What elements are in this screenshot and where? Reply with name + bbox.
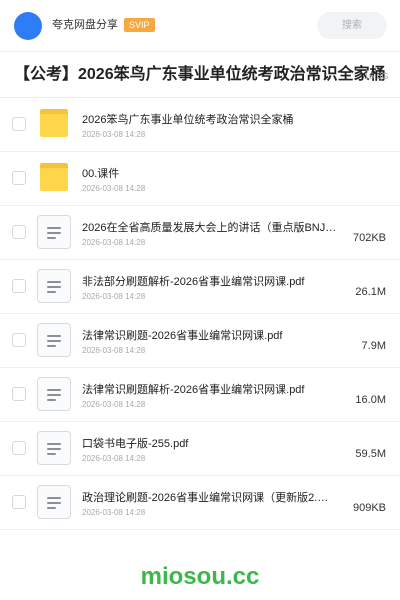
- svip-badge: SVIP: [124, 18, 155, 32]
- list-item[interactable]: 2026笨鸟广东事业单位统考政治常识全家桶 2026-03-08 14:28: [0, 98, 400, 152]
- watermark-text: miosou.cc: [140, 563, 260, 590]
- file-date: 2026-03-08 14:28: [82, 184, 146, 193]
- file-name[interactable]: 非法部分刷题解析-2026省事业编常识网课.pdf: [82, 275, 340, 289]
- file-name[interactable]: 2026在全省高质量发展大会上的讲话（重点版BNJ…: [82, 221, 340, 235]
- file-date: 2026-03-08 14:28: [82, 130, 146, 139]
- document-icon: [37, 215, 71, 249]
- select-checkbox[interactable]: [12, 279, 26, 293]
- select-checkbox[interactable]: [12, 495, 26, 509]
- select-checkbox[interactable]: [12, 171, 26, 185]
- file-list: 2026笨鸟广东事业单位统考政治常识全家桶 2026-03-08 14:28 0…: [0, 98, 400, 530]
- search-input[interactable]: 搜索: [317, 12, 387, 39]
- avatar[interactable]: [14, 12, 42, 40]
- page-title: 【公考】2026笨鸟广东事业单位统考政治常识全家桶: [14, 66, 386, 83]
- document-icon: [37, 377, 71, 411]
- select-checkbox[interactable]: [12, 441, 26, 455]
- document-icon: [37, 485, 71, 519]
- file-date: 2026-03-08 14:28: [82, 292, 146, 301]
- select-checkbox[interactable]: [12, 387, 26, 401]
- document-icon: [37, 323, 71, 357]
- total-size: 16.6G: [364, 71, 389, 81]
- file-date: 2026-03-08 14:28: [82, 508, 146, 517]
- list-item[interactable]: 政治理论刷题-2026省事业编常识网课（更新版2.… 2026-03-08 14…: [0, 476, 400, 530]
- select-checkbox[interactable]: [12, 225, 26, 239]
- file-size: 26.1M: [355, 286, 386, 298]
- file-name[interactable]: 法律常识刷题-2026省事业编常识网课.pdf: [82, 329, 340, 343]
- folder-title-row: 【公考】2026笨鸟广东事业单位统考政治常识全家桶 16.6G: [0, 52, 400, 98]
- list-item[interactable]: 00.课件 2026-03-08 14:28: [0, 152, 400, 206]
- list-item[interactable]: 口袋书电子版-255.pdf 2026-03-08 14:28 59.5M: [0, 422, 400, 476]
- list-item[interactable]: 2026在全省高质量发展大会上的讲话（重点版BNJ… 2026-03-08 14…: [0, 206, 400, 260]
- file-date: 2026-03-08 14:28: [82, 346, 146, 355]
- file-date: 2026-03-08 14:28: [82, 238, 146, 247]
- list-item[interactable]: 非法部分刷题解析-2026省事业编常识网课.pdf 2026-03-08 14:…: [0, 260, 400, 314]
- file-name[interactable]: 政治理论刷题-2026省事业编常识网课（更新版2.…: [82, 491, 340, 505]
- share-header: 夸克网盘分享 SVIP 搜索: [0, 0, 400, 52]
- list-item[interactable]: 法律常识刷题-2026省事业编常识网课.pdf 2026-03-08 14:28…: [0, 314, 400, 368]
- file-date: 2026-03-08 14:28: [82, 454, 146, 463]
- select-checkbox[interactable]: [12, 333, 26, 347]
- file-name[interactable]: 2026笨鸟广东事业单位统考政治常识全家桶: [82, 113, 340, 127]
- folder-icon: [40, 163, 68, 191]
- file-name[interactable]: 口袋书电子版-255.pdf: [82, 437, 340, 451]
- file-name[interactable]: 法律常识刷题解析-2026省事业编常识网课.pdf: [82, 383, 340, 397]
- file-size: 702KB: [352, 232, 386, 244]
- file-date: 2026-03-08 14:28: [82, 400, 146, 409]
- document-icon: [37, 269, 71, 303]
- file-size: 16.0M: [355, 394, 386, 406]
- file-name[interactable]: 00.课件: [82, 167, 340, 181]
- list-item[interactable]: 法律常识刷题解析-2026省事业编常识网课.pdf 2026-03-08 14:…: [0, 368, 400, 422]
- share-owner-name: 夸克网盘分享: [52, 19, 118, 31]
- file-size: 59.5M: [355, 448, 386, 460]
- file-size: 7.9M: [361, 340, 386, 352]
- file-size: 909KB: [352, 502, 386, 514]
- document-icon: [37, 431, 71, 465]
- select-checkbox[interactable]: [12, 117, 26, 131]
- folder-icon: [40, 109, 68, 137]
